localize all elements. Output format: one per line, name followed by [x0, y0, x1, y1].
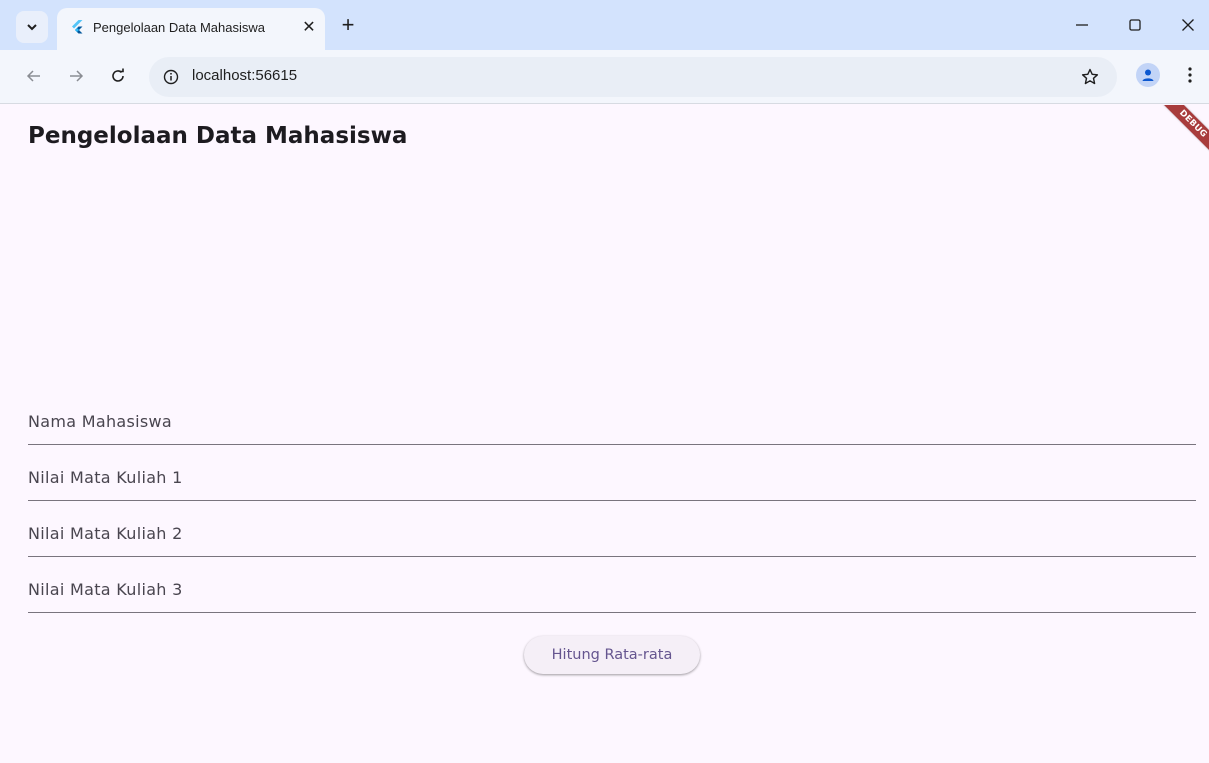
maximize-button[interactable] — [1123, 13, 1147, 37]
calculate-average-button[interactable]: Hitung Rata-rata — [524, 636, 700, 674]
reload-icon — [112, 68, 124, 82]
site-info-button[interactable] — [161, 67, 181, 87]
back-button[interactable] — [22, 64, 46, 88]
app-title: Pengelolaan Data Mahasiswa — [28, 123, 408, 149]
flutter-icon — [72, 20, 83, 34]
browser-menu-button[interactable] — [1178, 63, 1202, 87]
arrow-right-icon — [70, 70, 84, 82]
grade-3-input[interactable] — [28, 557, 1196, 612]
debug-banner-container: DEBUG — [1149, 105, 1209, 165]
app-body: Pengelolaan Data Mahasiswa Hitung Rata-r… — [8, 105, 1209, 763]
tab-close-button[interactable]: ✕ — [299, 17, 319, 37]
chevron-down-icon — [27, 24, 37, 31]
reload-button[interactable] — [106, 64, 130, 88]
maximize-icon — [1129, 19, 1141, 31]
debug-banner: DEBUG — [1149, 105, 1209, 165]
student-name-field[interactable] — [28, 389, 1196, 445]
grade-2-input[interactable] — [28, 501, 1196, 556]
tab-search-button[interactable] — [16, 11, 48, 43]
person-icon — [1142, 69, 1154, 81]
info-icon — [163, 69, 179, 85]
tab-title: Pengelolaan Data Mahasiswa — [93, 20, 265, 35]
address-bar[interactable]: localhost:56615 — [149, 57, 1117, 97]
url-text: localhost:56615 — [192, 67, 298, 84]
forward-button[interactable] — [64, 64, 88, 88]
star-icon — [1081, 68, 1099, 85]
student-name-input[interactable] — [28, 389, 1196, 444]
browser-tab-active[interactable]: Pengelolaan Data Mahasiswa ✕ — [57, 8, 325, 50]
profile-button[interactable] — [1136, 63, 1160, 87]
browser-toolbar: localhost:56615 — [0, 50, 1209, 104]
minimize-icon — [1076, 24, 1088, 26]
kebab-menu-icon — [1188, 67, 1192, 83]
grade-1-input[interactable] — [28, 445, 1196, 500]
grade-1-field[interactable] — [28, 445, 1196, 501]
browser-tabstrip: Pengelolaan Data Mahasiswa ✕ + — [0, 0, 1209, 50]
bookmark-button[interactable] — [1079, 66, 1101, 88]
grade-3-field[interactable] — [28, 557, 1196, 613]
grade-2-field[interactable] — [28, 501, 1196, 557]
close-window-button[interactable] — [1176, 13, 1200, 37]
new-tab-button[interactable]: + — [336, 13, 360, 37]
close-icon — [1182, 19, 1194, 31]
arrow-left-icon — [26, 70, 40, 82]
minimize-button[interactable] — [1070, 13, 1094, 37]
